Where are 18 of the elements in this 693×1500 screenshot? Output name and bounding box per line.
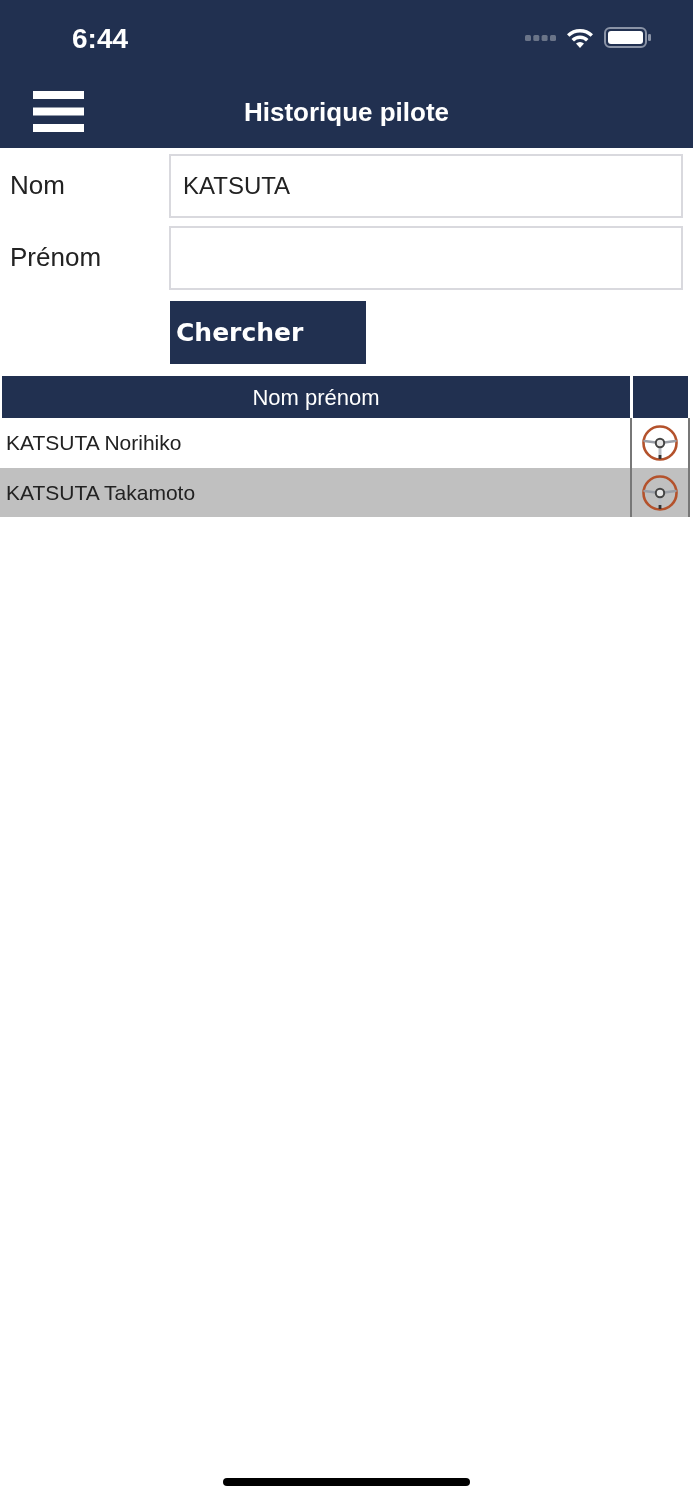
steering-wheel-icon[interactable] [641, 424, 679, 462]
menu-icon[interactable] [33, 91, 84, 132]
input-field[interactable] [169, 226, 683, 290]
empty-column-header [633, 376, 688, 418]
name-cell-text: KATSUTA Norihiko [5, 430, 183, 457]
table-row[interactable]: KATSUTA Takamoto [0, 468, 690, 517]
status-time: 6:44 [72, 25, 129, 53]
signal-icon [525, 34, 556, 41]
wifi-icon [566, 27, 594, 48]
field-label: Nom [10, 170, 66, 202]
page-title: Historique pilote [243, 98, 450, 125]
column-header: Nom prénom [2, 376, 630, 418]
steering-wheel-icon[interactable] [641, 473, 679, 512]
battery-icon [604, 27, 651, 48]
search-button[interactable]: Chercher [170, 301, 366, 364]
input-field[interactable]: KATSUTA [169, 154, 683, 218]
field-label: Prénom [10, 242, 103, 274]
name-cell-text: KATSUTA Takamoto [5, 479, 197, 506]
